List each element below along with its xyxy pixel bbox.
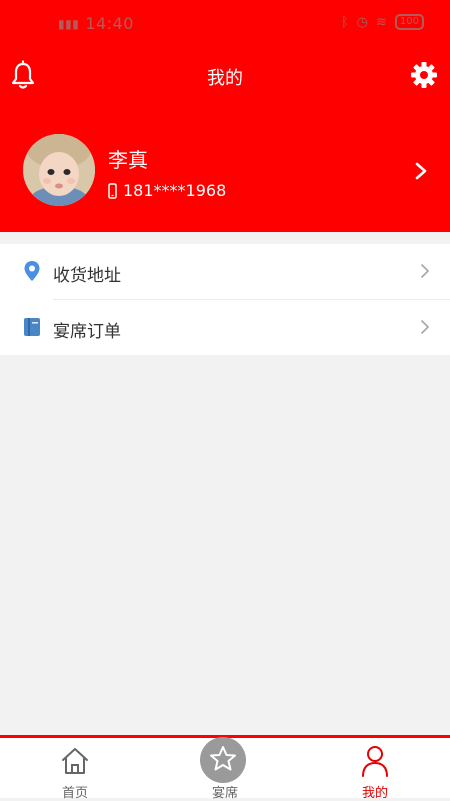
menu-item-label: 收货地址	[53, 266, 121, 286]
gear-icon[interactable]	[410, 60, 438, 90]
chevron-right-icon[interactable]	[414, 161, 428, 181]
chevron-right-icon	[421, 320, 429, 334]
battery-indicator: 100	[394, 14, 424, 30]
menu-item-feast-orders[interactable]: 宴席订单	[0, 300, 450, 355]
star-icon	[210, 746, 236, 771]
tab-home[interactable]: 首页	[0, 738, 150, 801]
avatar[interactable]	[23, 134, 95, 206]
bluetooth-icon: ᛒ	[340, 14, 349, 30]
signal-icon: ▮▮▮	[58, 16, 80, 31]
user-phone: 181****1968	[123, 181, 227, 200]
tab-feast[interactable]: 宴席	[150, 737, 300, 801]
menu-list: 收货地址 宴席订单	[0, 244, 450, 355]
user-name: 李真	[108, 148, 148, 172]
profile-header: ▮▮▮ 14:40 ᛒ ◷ ≋ 100 我的 李真 181****1968	[0, 0, 450, 232]
star-button-bg	[200, 737, 246, 783]
status-left: ▮▮▮ 14:40	[58, 14, 134, 33]
status-time: 14:40	[85, 14, 134, 33]
menu-item-label: 宴席订单	[53, 322, 121, 342]
home-icon	[62, 748, 88, 774]
tab-me[interactable]: 我的	[300, 738, 450, 801]
page-title: 我的	[207, 68, 243, 89]
location-pin-icon	[24, 261, 40, 281]
avatar-image	[23, 134, 95, 206]
title-bar: 我的	[0, 52, 450, 100]
chevron-right-icon	[421, 264, 429, 278]
status-bar: ▮▮▮ 14:40 ᛒ ◷ ≋ 100	[0, 0, 450, 48]
status-right: ᛒ ◷ ≋ 100	[341, 14, 424, 30]
user-icon	[362, 746, 388, 777]
tab-label: 宴席	[211, 786, 238, 801]
section-divider	[0, 232, 450, 244]
profile-card[interactable]: 李真 181****1968	[0, 130, 450, 210]
bottom-tab-bar: 首页 宴席 我的	[0, 735, 450, 801]
user-phone-row: 181****1968	[108, 181, 226, 200]
tab-label: 首页	[61, 786, 88, 801]
menu-item-address[interactable]: 收货地址	[0, 244, 450, 299]
tab-label: 我的	[361, 786, 388, 801]
phone-icon	[108, 182, 117, 199]
wifi-icon: ≋	[376, 14, 387, 30]
book-icon	[24, 318, 40, 336]
alarm-icon: ◷	[356, 14, 368, 30]
